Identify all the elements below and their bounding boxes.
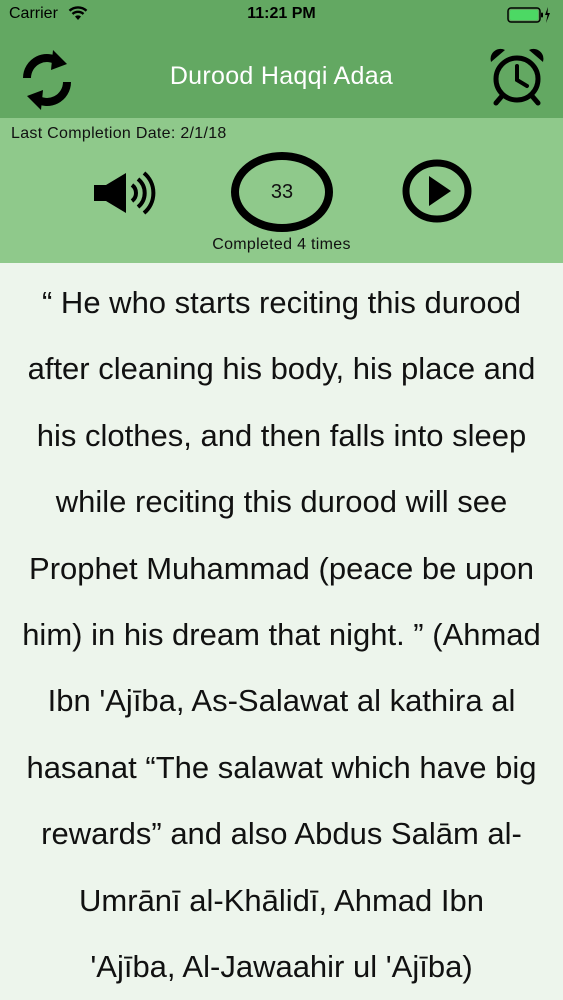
quote-line: rewards” and also Abdus Salām al-	[41, 816, 522, 852]
quote-line: while reciting this durood will see	[55, 484, 508, 520]
play-icon[interactable]	[401, 158, 473, 224]
last-completion-date: Last Completion Date: 2/1/18	[11, 125, 227, 142]
battery-icon	[507, 6, 551, 29]
quote-line: hasanat “The salawat which have big	[26, 749, 537, 785]
quote-line: his clothes, and then falls into sleep	[36, 417, 527, 453]
counter-value: 33	[270, 180, 294, 203]
progress-panel: Last Completion Date: 2/1/18 33 Complete…	[0, 118, 563, 263]
navigation-bar: Durood Haqqi Adaa	[0, 30, 563, 118]
durood-quote: “ He who starts reciting this durood aft…	[0, 270, 563, 1000]
completed-count: Completed 4 times	[212, 236, 351, 253]
quote-line: “ He who starts reciting this durood	[42, 285, 521, 320]
status-bar: Carrier 11:21 PM	[0, 0, 563, 30]
counter-button[interactable]: 33	[231, 152, 333, 232]
quote-line: after cleaning his body, his place and	[27, 351, 536, 387]
quote-line: Umrānī al-Khālidī, Ahmad Ibn	[79, 882, 484, 918]
quote-line: Prophet Muhammad (peace be upon	[29, 550, 534, 586]
quote-line: Ibn 'Ajība, As-Salawat al kathira al	[47, 683, 516, 719]
quote-line: him) in his dream that night. ” (Ahmad	[22, 617, 541, 653]
status-time: 11:21 PM	[247, 5, 316, 22]
page-title: Durood Haqqi Adaa	[169, 62, 394, 90]
quote-line: 'Ajība, Al-Jawaahir ul 'Ajība)	[90, 949, 473, 985]
speaker-icon[interactable]	[92, 170, 160, 216]
alarm-clock-icon[interactable]	[487, 46, 547, 106]
